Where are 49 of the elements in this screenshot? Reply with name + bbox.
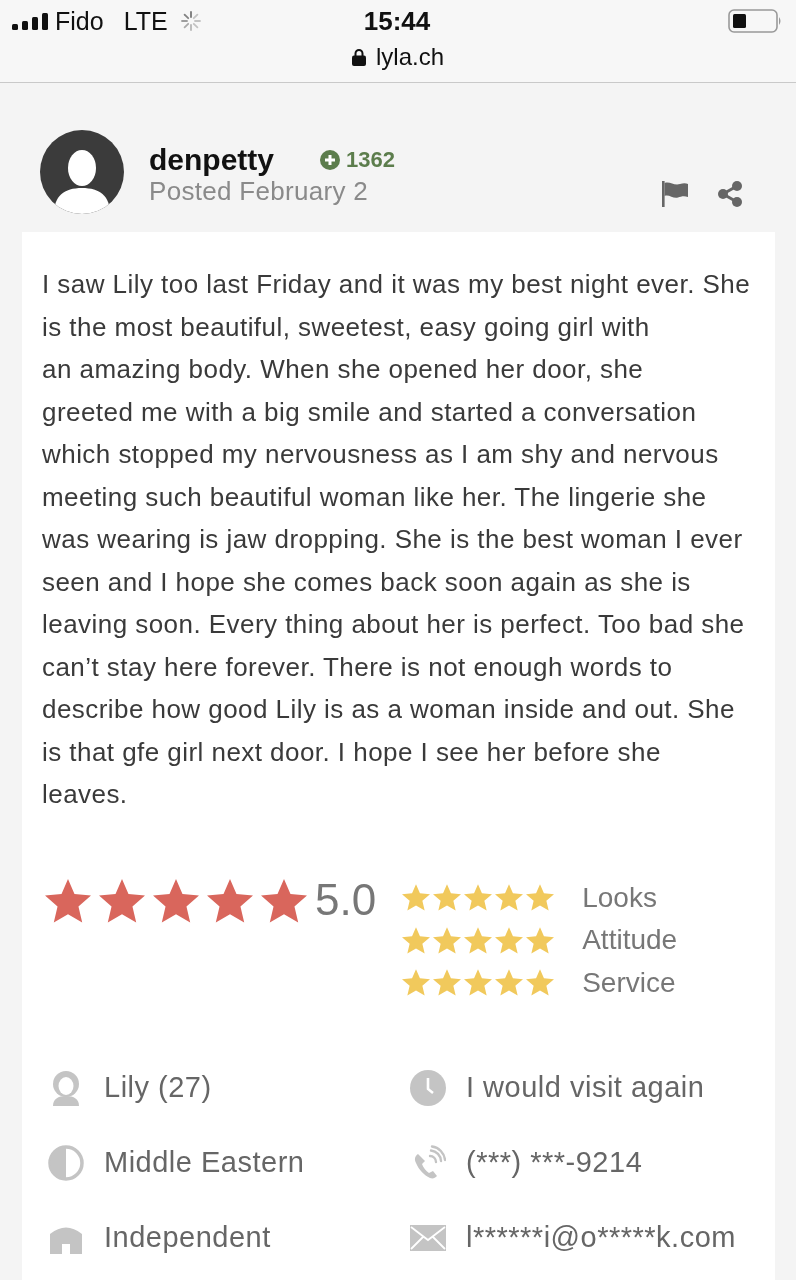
loading-spinner-icon — [180, 11, 201, 31]
battery-icon — [728, 9, 782, 33]
rating-category: Attitude — [582, 924, 678, 957]
star-icon — [464, 969, 493, 997]
carrier-name: Fido — [55, 6, 104, 36]
page-url[interactable]: lyla.ch — [376, 43, 444, 71]
star-icon — [464, 884, 493, 912]
detail-text: (***) ***-9214 — [466, 1146, 643, 1179]
rating-category: Service — [582, 966, 676, 999]
signal-icon — [12, 12, 48, 30]
star-icon — [153, 878, 199, 923]
clock-time: 15:44 — [363, 5, 431, 37]
rating-category: Looks — [582, 881, 657, 914]
share-icon[interactable] — [718, 181, 742, 207]
star-icon — [433, 969, 462, 997]
star-icon — [45, 878, 91, 923]
star-icon — [261, 878, 307, 923]
star-icon — [402, 969, 431, 997]
clock-icon — [410, 1069, 446, 1106]
network-type: LTE — [123, 6, 168, 36]
lock-icon — [352, 48, 366, 66]
plus-circle-icon — [320, 150, 340, 170]
detail-text: Lily (27) — [104, 1071, 212, 1104]
flag-icon[interactable] — [662, 181, 688, 207]
star-icon — [526, 926, 555, 954]
detail-text: I would visit again — [466, 1071, 705, 1104]
star-icon — [402, 926, 431, 954]
star-icon — [207, 878, 253, 923]
star-icon — [99, 878, 145, 923]
username[interactable]: denpetty — [149, 143, 274, 177]
star-icon — [433, 884, 462, 912]
detail-text: l******i@o*****k.com — [466, 1221, 736, 1254]
star-icon — [402, 884, 431, 912]
envelope-icon — [410, 1224, 446, 1251]
review-text: I saw Lily too last Friday and it was my best night ever. She is the most beautiful, sweetest, easy going girl with an amazing body. When she opened her door, she greeted me with a big smile and started a conversation which stopped my nervousness as I am shy and nervous meeting such beautiful woman like her. The lingerie she was wearing is jaw dropping. She is the best woman I ever seen and I hope she comes back soon again as she is leaving soon. Every thing about her is perfect. Too bad she can’t stay here forever. There is not enough words to describe how good Lily is as a woman inside and out. She is that gfe girl next door. I hope I see her before she leaves. — [42, 268, 751, 811]
star-icon — [495, 884, 524, 912]
star-icon — [433, 926, 462, 954]
star-icon — [495, 969, 524, 997]
post-date: Posted February 2 — [149, 176, 369, 206]
rating-score: 5.0 — [315, 876, 377, 923]
reputation-points: 1362 — [346, 147, 395, 173]
star-icon — [464, 926, 493, 954]
contrast-icon — [48, 1144, 84, 1181]
star-icon — [526, 969, 555, 997]
star-icon — [495, 926, 524, 954]
star-icon — [526, 884, 555, 912]
detail-text: Middle Eastern — [104, 1146, 305, 1179]
avatar-icon — [40, 130, 124, 214]
detail-text: Independent — [104, 1221, 271, 1254]
